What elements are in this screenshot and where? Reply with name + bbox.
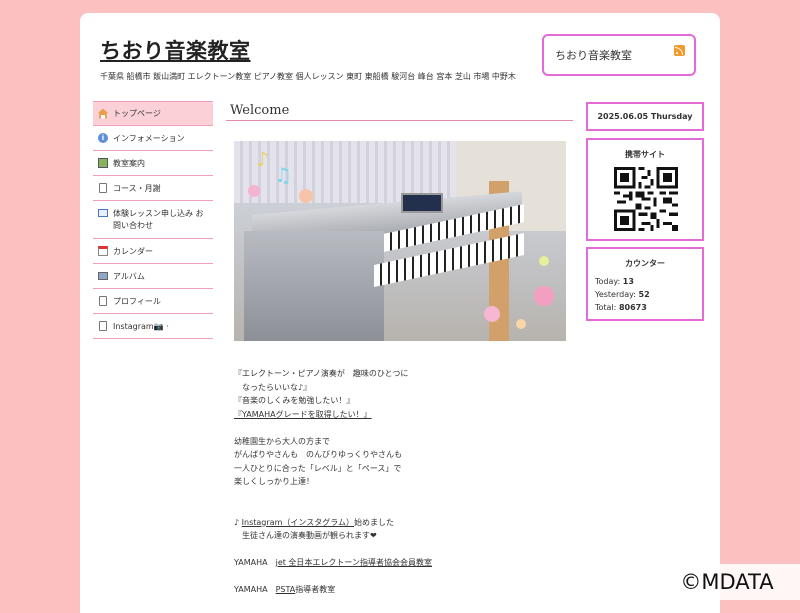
watermark: ©MDATA xyxy=(654,564,800,600)
note-glyph: ♪ xyxy=(234,517,242,527)
welcome-text: 『エレクトーン・ピアノ演奏が 趣味のひとつに なったらいいな♪』 『音楽のしくみ… xyxy=(234,367,564,597)
counter-label: Yesterday: xyxy=(595,290,636,299)
welcome-line: 一人ひとりに合った「レベル」と「ペース」で xyxy=(234,463,402,473)
jet-link[interactable]: jet 全日本エレクトーン指導者協会会員教室 xyxy=(276,558,432,567)
counter-label: Total: xyxy=(595,303,617,312)
nav-item-trial-lesson[interactable]: 体験レッスン申し込み お問い合わせ xyxy=(93,201,213,239)
nav-item-information[interactable]: インフォメーション xyxy=(93,126,213,151)
flower-icon xyxy=(534,286,554,306)
nav-item-calendar[interactable]: カレンダー xyxy=(93,239,213,264)
welcome-line: 『エレクトーン・ピアノ演奏が 趣味のひとつに xyxy=(234,369,409,378)
instagram-link[interactable]: Instagram（インスタグラム） xyxy=(242,518,354,527)
counter-box: カウンター Today: 13 Yesterday: 52 Total: 806… xyxy=(586,247,704,321)
info-icon xyxy=(98,133,108,143)
home-icon xyxy=(98,108,108,119)
header-site-name: ちおり音楽教室 xyxy=(555,49,632,62)
counter-value: 13 xyxy=(622,277,634,286)
nav-item-album[interactable]: アルバム xyxy=(93,264,213,289)
counter-value: 52 xyxy=(638,290,650,299)
psta-line: YAMAHA PSTA指導者教室 xyxy=(234,583,564,597)
nav-item-label: アルバム xyxy=(113,271,145,281)
welcome-line: 楽しくしっかり上達！ xyxy=(234,477,314,486)
nav-item-label: カレンダー xyxy=(113,246,153,256)
flower-icon xyxy=(516,319,526,329)
mobile-site-title: 携帯サイト xyxy=(625,150,665,159)
nav-item-label: Instagram📷 · xyxy=(113,321,169,331)
header-site-box: ちおり音楽教室 xyxy=(542,34,696,76)
page-icon xyxy=(99,321,107,331)
yamaha-label: YAMAHA xyxy=(234,558,276,567)
mobile-site-box: 携帯サイト xyxy=(586,138,704,241)
main-heading-divider xyxy=(226,120,573,121)
organ-photo: ♪ ♫ xyxy=(234,141,566,341)
flower-icon xyxy=(539,256,549,266)
map-icon xyxy=(98,158,108,168)
welcome-line[interactable]: 『YAMAHAグレードを取得したい！』 xyxy=(234,408,564,422)
photo-organ-body xyxy=(244,231,384,341)
nav-item-label: プロフィール xyxy=(113,296,161,306)
nav-item-label: トップページ xyxy=(113,109,161,118)
welcome-line: なったらいいな♪』 xyxy=(234,382,312,392)
photo-organ-screen xyxy=(401,193,443,213)
welcome-line: 幼稚園生から大人の方まで xyxy=(234,436,330,446)
date-box: 2025.06.05 Thursday xyxy=(586,102,704,131)
nav-item-label: インフォメーション xyxy=(113,133,185,143)
instagram-line-suffix: 始めました xyxy=(353,517,394,527)
album-icon xyxy=(98,272,108,280)
nav-item-top[interactable]: トップページ xyxy=(93,101,213,126)
page-container: ちおり音楽教室 千葉県 船橋市 飯山満町 エレクトーン教室 ピアノ教室 個人レッ… xyxy=(80,13,720,613)
music-note-icon: ♫ xyxy=(274,163,292,187)
welcome-line: 生徒さん達の演奏動画が観られます❤ xyxy=(234,531,377,540)
page-icon xyxy=(99,296,107,306)
counter-today: Today: 13 xyxy=(588,275,702,288)
nav-item-course-fee[interactable]: コース・月謝 xyxy=(93,176,213,201)
psta-line-suffix: 指導者教室 xyxy=(295,585,336,594)
counter-label: Today: xyxy=(595,277,621,286)
rss-icon[interactable] xyxy=(674,45,685,56)
site-tagline: 千葉県 船橋市 飯山満町 エレクトーン教室 ピアノ教室 個人レッスン 東町 東船… xyxy=(100,72,516,81)
mail-icon xyxy=(98,209,108,217)
flower-icon xyxy=(248,185,260,197)
qr-code-icon[interactable] xyxy=(614,167,678,231)
flower-icon xyxy=(299,189,313,203)
nav-item-label: 教室案内 xyxy=(113,158,145,168)
main-heading: Welcome xyxy=(230,103,290,118)
psta-link[interactable]: PSTA xyxy=(276,585,296,594)
nav-item-school-guide[interactable]: 教室案内 xyxy=(93,151,213,176)
counter-value: 80673 xyxy=(618,303,647,312)
calendar-icon xyxy=(98,246,108,256)
nav-item-label: コース・月謝 xyxy=(113,183,161,193)
counter-title: カウンター xyxy=(625,259,665,268)
music-note-icon: ♪ xyxy=(256,147,269,171)
site-title[interactable]: ちおり音楽教室 xyxy=(100,35,251,65)
instagram-line: ♪ Instagram（インスタグラム）始めました xyxy=(234,516,564,530)
welcome-line: がんばりやさんも のんびりゆっくりやさんも xyxy=(234,450,402,459)
nav-item-profile[interactable]: プロフィール xyxy=(93,289,213,314)
welcome-line: 『音楽のしくみを勉強したい！』 xyxy=(234,396,355,405)
sidebar-nav: トップページ インフォメーション 教室案内 コース・月謝 体験レッスン申し込み … xyxy=(93,101,213,339)
counter-total: Total: 80673 xyxy=(588,301,702,314)
nav-item-label: 体験レッスン申し込み お問い合わせ xyxy=(113,208,204,230)
page-icon xyxy=(99,183,107,193)
counter-yesterday: Yesterday: 52 xyxy=(588,288,702,301)
flower-icon xyxy=(484,306,500,322)
yamaha-label: YAMAHA xyxy=(234,585,276,594)
jet-line: YAMAHA jet 全日本エレクトーン指導者協会会員教室 xyxy=(234,556,564,570)
nav-item-instagram[interactable]: Instagram📷 · xyxy=(93,314,213,339)
